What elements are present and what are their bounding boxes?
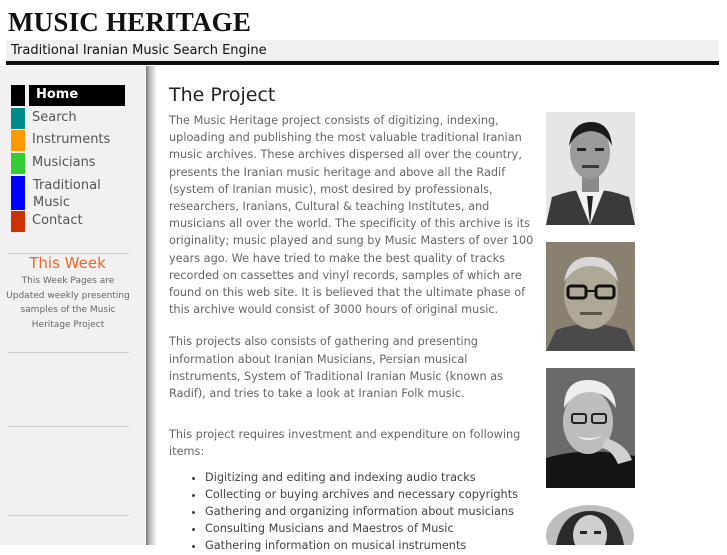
list-item: Gathering information on musical instrum…: [205, 537, 541, 554]
project-paragraph-1: The Music Heritage project consists of d…: [169, 114, 534, 317]
header: MUSIC HERITAGE Traditional Iranian Music…: [0, 0, 727, 66]
nav-label: Contact: [32, 213, 83, 229]
nav-swatch-home: [11, 85, 25, 106]
nav-swatch-traditional-music: [11, 175, 25, 210]
nav-label: Musicians: [32, 155, 96, 171]
project-paragraph-3: This project requires investment and exp…: [169, 428, 521, 459]
list-item: Collecting or buying archives and necess…: [205, 486, 541, 503]
this-week-title[interactable]: This Week: [0, 254, 135, 272]
nav-label: Traditional Music: [33, 177, 101, 210]
nav-swatch-contact: [11, 211, 25, 233]
project-paragraph-2: This projects also consists of gathering…: [169, 335, 504, 401]
main-content: The Project The Music Heritage project c…: [169, 84, 541, 555]
musician-portrait-2: [546, 242, 635, 351]
musician-portrait-3: [546, 368, 635, 488]
nav-label: Home: [29, 85, 125, 106]
page-title: The Project: [169, 84, 276, 106]
investment-list: Digitizing and editing and indexing audi…: [169, 469, 541, 555]
this-week-text: This Week Pages are Updated weekly prese…: [6, 276, 130, 330]
list-item: Consulting Musicians and Maestros of Mus…: [205, 520, 541, 537]
sidebar-shadow: [146, 66, 157, 545]
sidebar-divider: [8, 515, 129, 516]
musician-portrait-4: [546, 505, 635, 545]
nav-swatch-instruments: [11, 130, 25, 152]
list-item: Gathering and organizing information abo…: [205, 503, 541, 520]
nav-swatch-musicians: [11, 153, 25, 175]
sidebar-divider: [8, 352, 129, 353]
nav-label: Search: [32, 109, 77, 125]
sidebar-divider: [8, 426, 129, 427]
site-subtitle: Traditional Iranian Music Search Engine: [11, 43, 267, 58]
list-item: Digitizing and editing and indexing audi…: [205, 469, 541, 486]
subtitle-bar: Traditional Iranian Music Search Engine: [6, 40, 719, 65]
nav-label: Instruments: [32, 132, 111, 148]
nav-swatch-search: [11, 107, 25, 129]
musician-portrait-1: [546, 112, 635, 225]
site-title: MUSIC HERITAGE: [8, 7, 252, 37]
